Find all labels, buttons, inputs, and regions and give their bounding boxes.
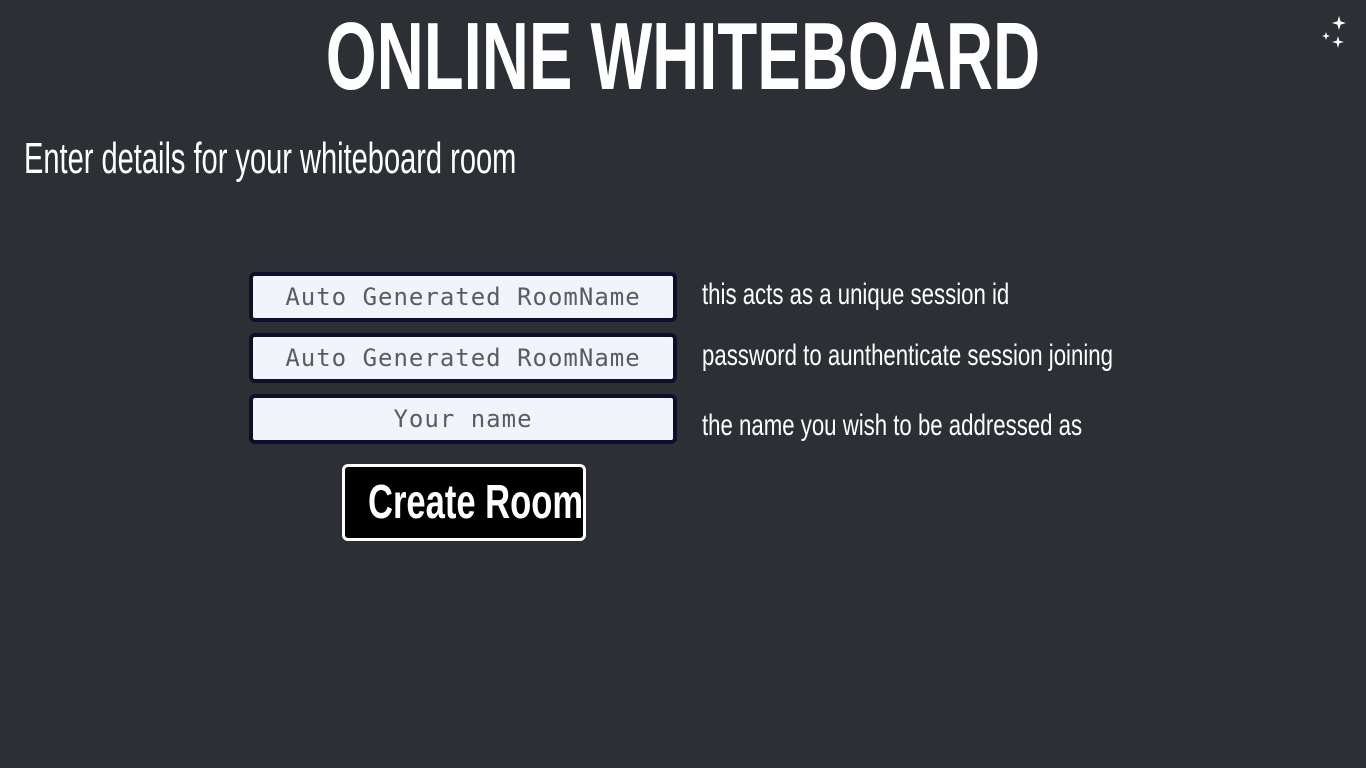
password-hint: password to aunthenticate session joinin…	[702, 339, 1113, 372]
room-name-input[interactable]	[249, 272, 677, 322]
password-input[interactable]	[249, 333, 677, 383]
app-title: ONLINE WHITEBOARD	[325, 3, 1041, 110]
create-room-button[interactable]: Create Room	[342, 464, 586, 541]
moon-stars-icon	[1303, 16, 1346, 63]
user-name-input[interactable]	[249, 394, 677, 444]
theme-toggle-button[interactable]	[1294, 14, 1350, 70]
room-name-hint: this acts as a unique session id	[702, 278, 1010, 311]
form-heading: Enter details for your whiteboard room	[24, 134, 517, 183]
user-name-hint: the name you wish to be addressed as	[702, 409, 1083, 442]
create-room-button-label: Create Room	[368, 475, 584, 529]
